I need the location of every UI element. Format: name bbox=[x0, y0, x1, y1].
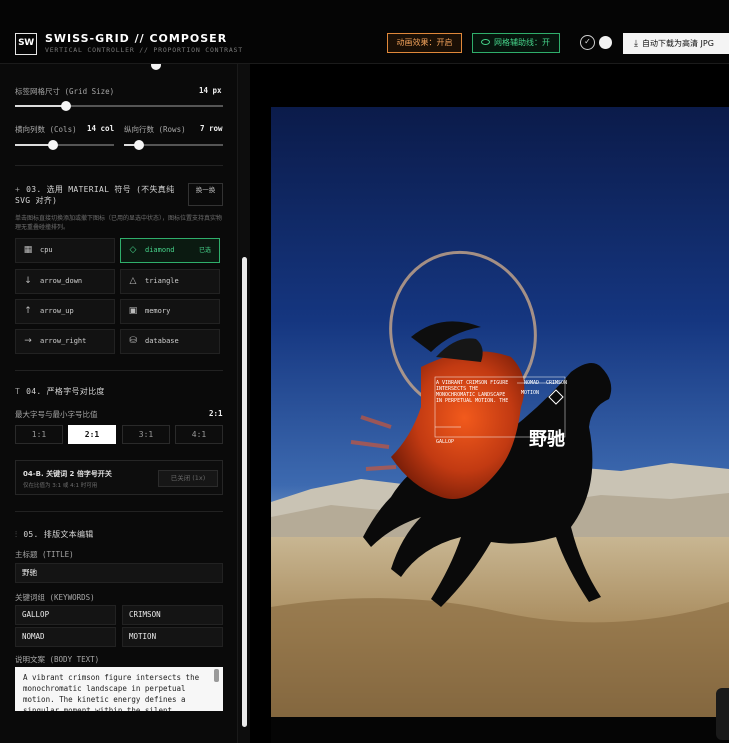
download-label: 自动下载为高清 JPG bbox=[641, 39, 714, 48]
body-text-input[interactable]: A vibrant crimson figure intersects the … bbox=[15, 667, 223, 711]
download-icon: ⤓ bbox=[634, 39, 638, 49]
symbol-label: cpu bbox=[40, 246, 53, 254]
cols-value: 14 col bbox=[87, 124, 115, 133]
grid-size-label: 标签网格尺寸 (Grid Size) bbox=[15, 87, 115, 96]
symbol-diamond[interactable]: ◇ diamond 已选 bbox=[120, 238, 220, 263]
body-text-label: 说明文案 (BODY TEXT) bbox=[15, 655, 100, 664]
section-divider bbox=[15, 511, 223, 512]
keywords-label: 关键词组 (KEYWORDS) bbox=[15, 593, 95, 602]
symbol-arrow-down[interactable]: ↓ arrow_down bbox=[15, 269, 115, 294]
preview-footer bbox=[271, 717, 729, 743]
selected-badge: 已选 bbox=[198, 247, 211, 254]
triangle-icon: △ bbox=[129, 276, 137, 286]
ratio-option-4-1[interactable]: 4:1 bbox=[175, 425, 223, 444]
poster-keyword-nomad: NOMAD bbox=[524, 380, 540, 386]
poster-title: 野驰 bbox=[529, 429, 565, 450]
poster-body-text: A VIBRANT CRIMSON FIGURE INTERSECTS THE … bbox=[436, 380, 509, 404]
memory-icon: ▣ bbox=[128, 306, 138, 316]
symbol-label: arrow_right bbox=[40, 337, 87, 345]
poster-photo bbox=[271, 107, 729, 717]
grid-size-slider-fill bbox=[15, 105, 67, 107]
title-input[interactable]: 野驰 bbox=[15, 563, 223, 583]
swap-symbols-button[interactable]: 换一换 bbox=[188, 183, 223, 206]
poster-preview bbox=[271, 107, 729, 717]
plus-icon: + bbox=[15, 185, 21, 194]
ratio-value: 2:1 bbox=[209, 409, 223, 418]
type-icon: T bbox=[15, 387, 21, 396]
symbol-arrow-up[interactable]: ↑ arrow_up bbox=[15, 299, 115, 324]
keyword-size-toggle-button[interactable]: 已关闭 (1x) bbox=[158, 470, 218, 487]
symbol-arrow-right[interactable]: → arrow_right bbox=[15, 329, 115, 354]
poster-keyword-motion: MOTION bbox=[521, 390, 540, 396]
symbol-cpu[interactable]: ▦ cpu bbox=[15, 238, 115, 263]
slider-knob-offscreen[interactable] bbox=[151, 64, 161, 70]
eye-icon bbox=[481, 38, 490, 45]
symbol-label: arrow_up bbox=[40, 307, 74, 315]
ratio-option-1-1[interactable]: 1:1 bbox=[15, 425, 63, 444]
symbol-label: memory bbox=[145, 307, 171, 315]
symbol-database[interactable]: ⛁ database bbox=[120, 329, 220, 354]
arrow-down-icon: ↓ bbox=[24, 276, 32, 286]
grid-guides-toggle-button[interactable]: 网格辅助线：开 bbox=[472, 33, 560, 53]
textarea-scrollbar[interactable] bbox=[214, 669, 219, 682]
cpu-icon: ▦ bbox=[23, 245, 33, 255]
symbol-label: arrow_down bbox=[40, 277, 83, 285]
poster-keyword-gallop: GALLOP bbox=[436, 439, 455, 445]
keyword-toggle-title: 04-B. 关键词 2 倍字号开关 bbox=[23, 470, 112, 478]
theme-toggle-button[interactable] bbox=[599, 36, 612, 49]
section-divider bbox=[15, 370, 223, 371]
floating-action-button[interactable] bbox=[716, 688, 729, 740]
app-logo: SW bbox=[15, 33, 37, 55]
ratio-option-3-1[interactable]: 3:1 bbox=[122, 425, 170, 444]
rows-slider-handle[interactable] bbox=[134, 140, 144, 150]
grid-guides-label: 网格辅助线：开 bbox=[494, 38, 550, 47]
arrow-right-icon: → bbox=[24, 336, 32, 346]
symbol-triangle[interactable]: △ triangle bbox=[120, 269, 220, 294]
app-subtitle: VERTICAL CONTROLLER // PROPORTION CONTRA… bbox=[45, 46, 243, 54]
symbol-label: triangle bbox=[145, 277, 179, 285]
arrow-up-icon: ↑ bbox=[24, 306, 32, 316]
check-circle-icon[interactable]: ✓ bbox=[580, 35, 595, 50]
ratio-label: 最大字号与最小字号比值 bbox=[15, 410, 98, 419]
database-icon: ⛁ bbox=[129, 336, 137, 346]
keyword-toggle-hint: 仅在比值为 3:1 或 4:1 时可用 bbox=[23, 483, 98, 489]
diamond-icon: ◇ bbox=[129, 245, 137, 255]
section-divider bbox=[15, 165, 223, 166]
panel-gutter bbox=[250, 64, 271, 743]
keyword-input-4[interactable]: MOTION bbox=[122, 627, 223, 647]
poster-keyword-crimson: CRIMSON bbox=[546, 380, 568, 386]
cols-label: 横向列数 (Cols) bbox=[15, 125, 77, 134]
symbols-section-title: +03. 选用 MATERIAL 符号 (不失真纯 SVG 对齐) bbox=[15, 185, 175, 205]
symbol-label: database bbox=[145, 337, 179, 345]
keyword-input-1[interactable]: GALLOP bbox=[15, 605, 116, 625]
symbol-label: diamond bbox=[145, 246, 175, 254]
typography-section-title: T 04. 严格字号对比度 bbox=[15, 387, 105, 396]
title-field-label: 主标题 (TITLE) bbox=[15, 550, 74, 559]
sliders-icon: ⫶ bbox=[15, 530, 18, 539]
cols-slider-handle[interactable] bbox=[48, 140, 58, 150]
grid-size-value: 14 px bbox=[199, 86, 222, 95]
app-header: SW SWISS-GRID // COMPOSER VERTICAL CONTR… bbox=[0, 0, 729, 64]
grid-size-slider-handle[interactable] bbox=[61, 101, 71, 111]
text-edit-section-title: ⫶ 05. 排版文本编辑 bbox=[15, 530, 94, 539]
rows-label: 纵向行数 (Rows) bbox=[124, 125, 186, 134]
keyword-input-3[interactable]: NOMAD bbox=[15, 627, 116, 647]
keyword-double-size-card: 04-B. 关键词 2 倍字号开关 仅在比值为 3:1 或 4:1 时可用 已关… bbox=[15, 460, 223, 495]
symbol-memory[interactable]: ▣ memory bbox=[120, 299, 220, 324]
download-jpg-button[interactable]: ⤓ 自动下载为高清 JPG bbox=[623, 33, 729, 54]
sidebar-scrollbar-thumb[interactable] bbox=[242, 257, 247, 727]
animation-toggle-button[interactable]: 动画效果：开启 bbox=[387, 33, 462, 53]
ratio-option-2-1[interactable]: 2:1 bbox=[68, 425, 116, 444]
rows-value: 7 row bbox=[200, 124, 223, 133]
app-title: SWISS-GRID // COMPOSER bbox=[45, 32, 228, 45]
keyword-input-2[interactable]: CRIMSON bbox=[122, 605, 223, 625]
symbols-hint: 单击图标直接切换添加或撤下图标（已用的显选中状态），图标位置支持真实物理无重叠碰… bbox=[15, 215, 223, 231]
